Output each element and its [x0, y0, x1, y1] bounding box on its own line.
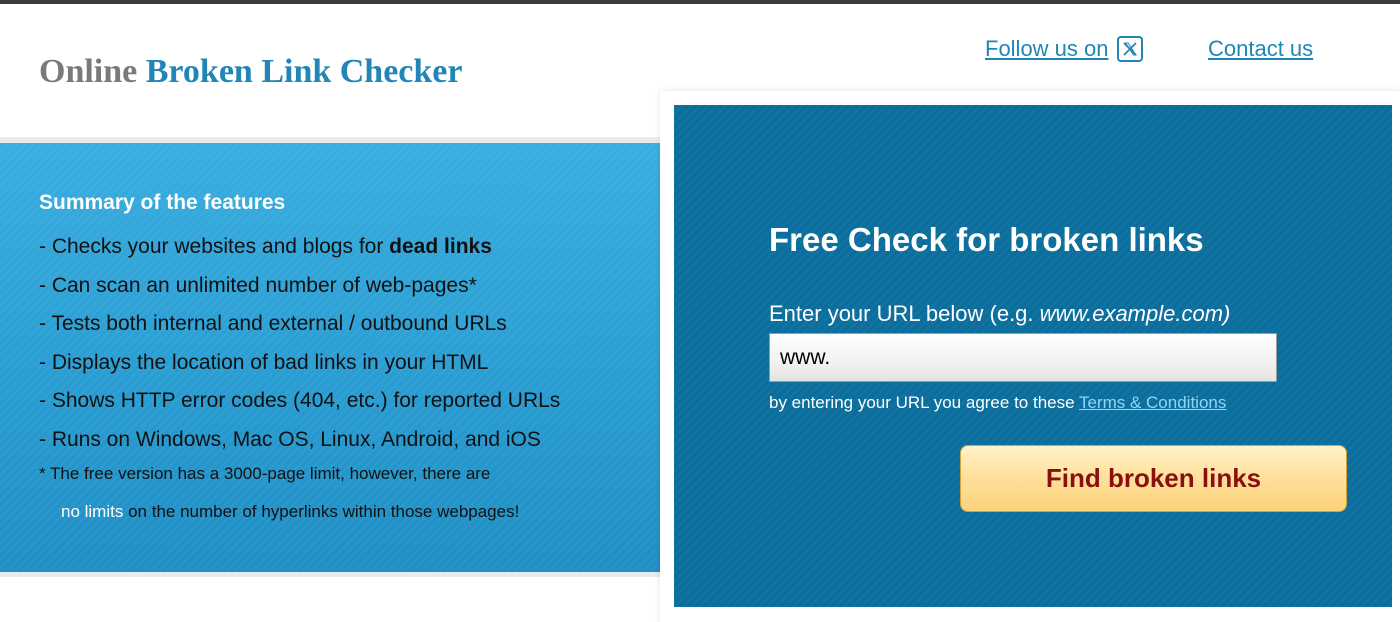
feature-item: - Shows HTTP error codes (404, etc.) for…: [39, 389, 561, 412]
terms-conditions-link[interactable]: Terms & Conditions: [1079, 393, 1226, 412]
feature-item: - Tests both internal and external / out…: [39, 312, 507, 335]
features-list: - Checks your websites and blogs for dea…: [39, 228, 560, 459]
url-example: www.example.com): [1039, 301, 1231, 326]
footnote-line-2-rest: on the number of hyperlinks within those…: [123, 502, 520, 521]
check-title: Free Check for broken links: [769, 221, 1204, 258]
feature-item: - Runs on Windows, Mac OS, Linux, Androi…: [39, 427, 541, 451]
feature-item: - Displays the location of bad links in …: [39, 350, 489, 374]
url-label: Enter your URL below (e.g. www.example.c…: [769, 301, 1231, 326]
follow-us-label: Follow us on: [985, 36, 1109, 61]
no-limits-highlight: no limits: [61, 502, 124, 521]
footnote-line-2: no limits on the number of hyperlinks wi…: [61, 500, 519, 524]
feature-item: - Can scan an unlimited number of web-pa…: [39, 273, 477, 297]
terms-agreement: by entering your URL you agree to these …: [769, 393, 1227, 412]
footnote-line-1: * The free version has a 3000-page limit…: [39, 464, 491, 483]
follow-us-link[interactable]: Follow us on: [985, 34, 1143, 64]
find-broken-links-button[interactable]: Find broken links: [960, 445, 1347, 512]
top-bar: [0, 0, 1400, 4]
x-twitter-icon: [1116, 36, 1143, 62]
logo-word-online: Online: [39, 53, 138, 90]
feature-item: - Checks your websites and blogs for dea…: [39, 235, 492, 258]
logo-word-title: Broken Link Checker: [145, 53, 463, 90]
contact-us-link[interactable]: Contact us: [1208, 34, 1313, 64]
features-title: Summary of the features: [39, 191, 286, 214]
site-logo[interactable]: Online Broken Link Checker: [39, 50, 463, 94]
url-input[interactable]: [769, 333, 1277, 382]
